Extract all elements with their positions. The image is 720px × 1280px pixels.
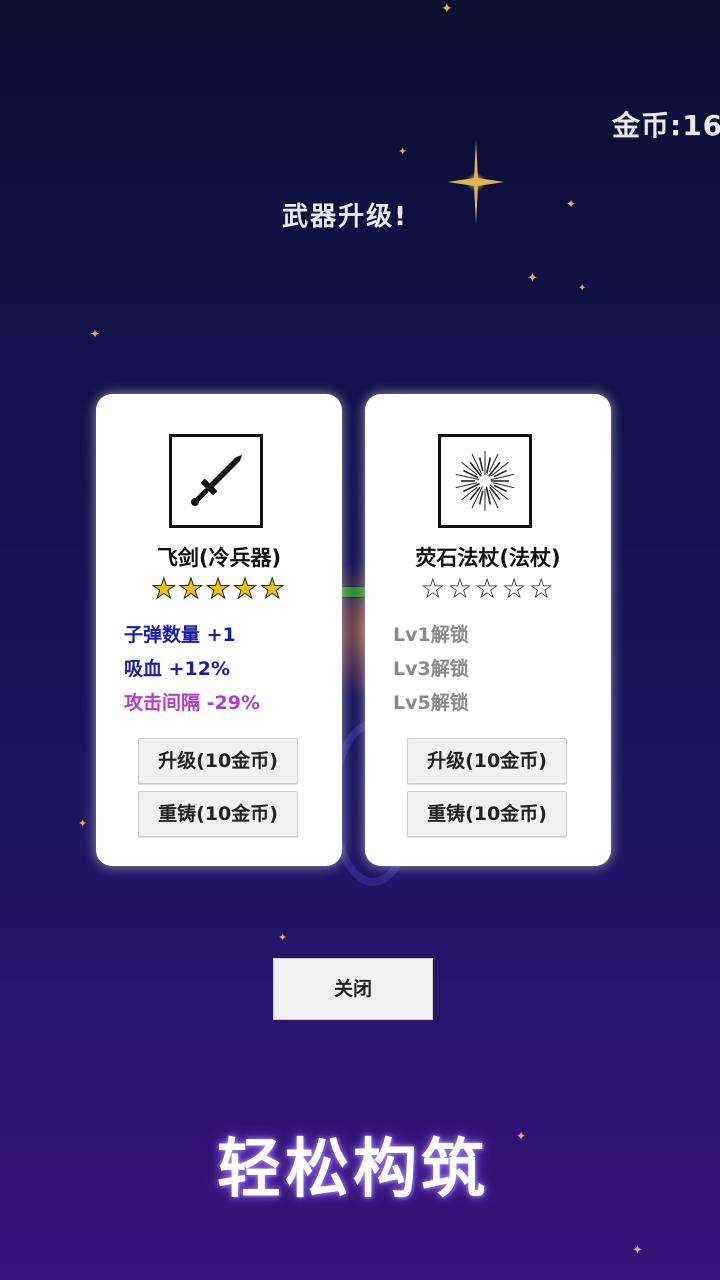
stat-line: 吸血 +12% — [124, 658, 231, 680]
star-empty-icon: ☆ — [528, 572, 556, 605]
upgrade-button[interactable]: 升级(10金币) — [407, 738, 567, 784]
coin-counter: 金币:16 — [612, 109, 720, 142]
weapon-name: 飞剑(冷兵器) — [156, 546, 282, 570]
reforge-button[interactable]: 重铸(10金币) — [138, 791, 298, 837]
star-empty-icon: ☆ — [474, 572, 502, 605]
star-filled-icon: ★ — [178, 572, 206, 606]
weapon-card-fluorite-staff: 荧石法杖(法杖) ☆☆☆☆☆ Lv1解锁 Lv3解锁 Lv5解锁 升级(10金币… — [365, 394, 611, 866]
sword-icon — [191, 455, 242, 506]
star-rating: ★★★★★ — [96, 572, 342, 606]
stat-line: Lv1解锁 — [393, 624, 469, 646]
star-empty-icon: ☆ — [501, 572, 529, 605]
stat-line: Lv5解锁 — [393, 692, 469, 714]
sparkle-icon: ✦ — [578, 283, 587, 294]
weapon-icon-frame — [169, 434, 263, 528]
dialog-title: 武器升级! — [282, 202, 408, 232]
weapon-name: 荧石法杖(法杖) — [415, 546, 561, 570]
sparkle-icon: ✦ — [527, 271, 538, 286]
star-rating: ☆☆☆☆☆ — [365, 572, 611, 606]
starburst-icon — [455, 451, 515, 511]
sparkle-icon: ✦ — [632, 1243, 643, 1258]
weapon-icon-frame — [438, 434, 532, 528]
weapon-stats: 子弹数量 +1 吸血 +12% 攻击间隔 -29% — [124, 618, 260, 720]
weapon-card-flying-sword: 飞剑(冷兵器) ★★★★★ 子弹数量 +1 吸血 +12% 攻击间隔 -29% … — [96, 394, 342, 866]
weapon-stats: Lv1解锁 Lv3解锁 Lv5解锁 — [393, 618, 469, 720]
sparkle-icon: ✦ — [398, 145, 408, 158]
promo-slogan: 轻松构筑 — [217, 1133, 489, 1207]
close-button[interactable]: 关闭 — [273, 958, 433, 1020]
stat-line: Lv3解锁 — [393, 658, 469, 680]
sparkle-icon: ✦ — [78, 817, 88, 830]
sparkle-icon: ✦ — [441, 1, 453, 17]
stat-line: 子弹数量 +1 — [124, 624, 236, 646]
star-empty-icon: ☆ — [447, 572, 475, 605]
sparkle-icon: ✦ — [278, 931, 288, 944]
upgrade-button[interactable]: 升级(10金币) — [138, 738, 298, 784]
reforge-button[interactable]: 重铸(10金币) — [407, 791, 567, 837]
star-empty-icon: ☆ — [420, 572, 448, 605]
star-filled-icon: ★ — [259, 572, 287, 606]
sparkle-icon: ✦ — [90, 327, 101, 341]
star-filled-icon: ★ — [151, 572, 179, 606]
star-filled-icon: ★ — [232, 572, 260, 606]
star-filled-icon: ★ — [205, 572, 233, 606]
stat-line: 攻击间隔 -29% — [124, 692, 260, 714]
